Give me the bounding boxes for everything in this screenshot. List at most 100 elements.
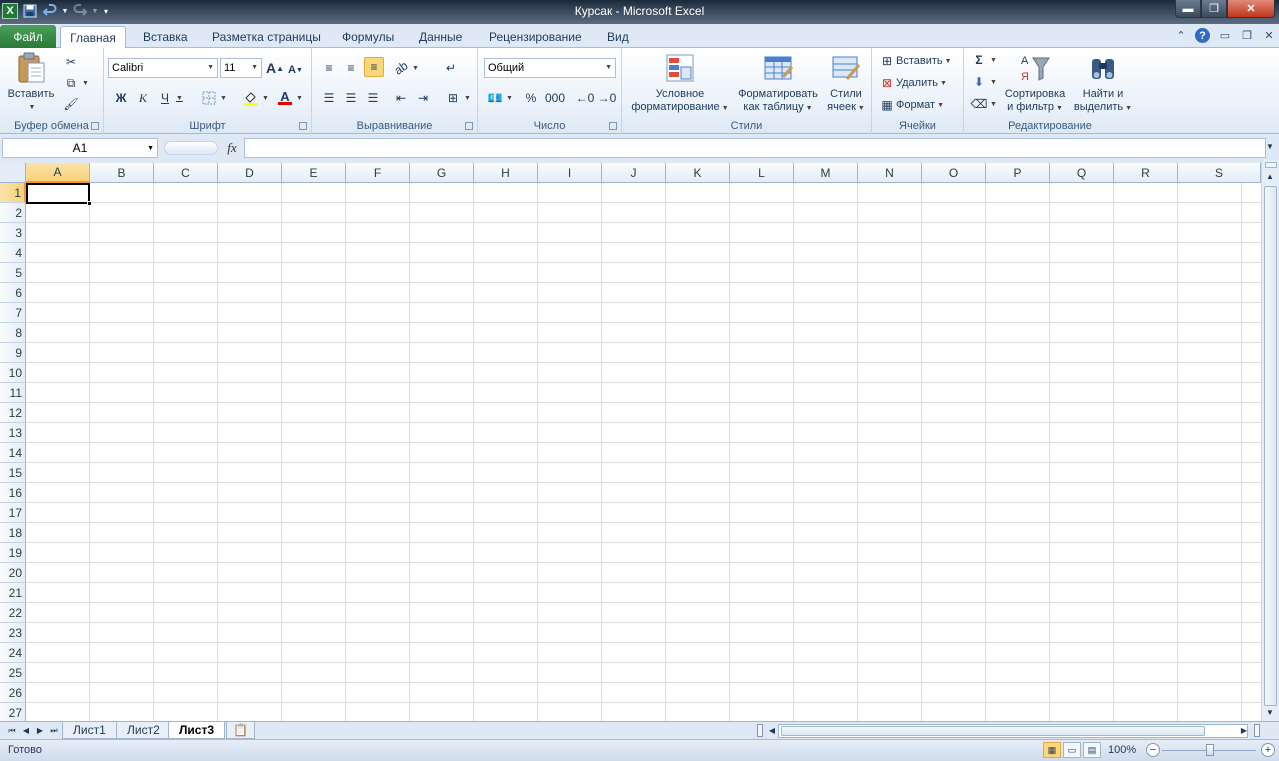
thousands-separator-button[interactable]: 000 <box>544 88 566 108</box>
first-sheet-icon[interactable]: ⏮ <box>6 724 18 737</box>
insert-function-button[interactable]: fx <box>222 139 242 157</box>
increase-indent-button[interactable]: ⇥ <box>414 88 432 108</box>
column-header-i[interactable]: I <box>538 163 602 183</box>
tab-data[interactable]: Данные <box>413 26 468 48</box>
active-cell[interactable] <box>26 183 90 204</box>
sheet-tab-3[interactable]: Лист3 <box>168 722 226 739</box>
row-header-18[interactable]: 18 <box>0 523 26 543</box>
row-header-27[interactable]: 27 <box>0 703 26 721</box>
tab-home[interactable]: Главная <box>60 26 126 49</box>
tab-split-handle[interactable] <box>757 724 763 737</box>
last-sheet-icon[interactable]: ⏭ <box>48 724 60 737</box>
scroll-down-icon[interactable]: ▼ <box>1266 708 1274 717</box>
tab-formulas[interactable]: Формулы <box>336 26 400 48</box>
column-header-j[interactable]: J <box>602 163 666 183</box>
row-header-10[interactable]: 10 <box>0 363 26 383</box>
workbook-minimize-icon[interactable]: ▭ <box>1218 28 1232 42</box>
fill-color-button[interactable]: ▼ <box>242 88 269 108</box>
number-launcher-icon[interactable] <box>609 122 617 130</box>
clear-button[interactable]: ⌫ ▼ <box>970 94 997 114</box>
row-header-6[interactable]: 6 <box>0 283 26 303</box>
scroll-right-icon[interactable]: ▶ <box>1238 724 1250 737</box>
column-header-n[interactable]: N <box>858 163 922 183</box>
split-box[interactable] <box>1265 162 1277 168</box>
column-header-h[interactable]: H <box>474 163 538 183</box>
align-middle-button[interactable]: ≡ <box>342 58 360 78</box>
column-header-o[interactable]: O <box>922 163 986 183</box>
align-bottom-button[interactable]: ≡ <box>364 57 384 77</box>
name-box[interactable]: A1 ▼ <box>2 138 158 158</box>
row-header-5[interactable]: 5 <box>0 263 26 283</box>
underline-button[interactable]: Ч ▼ <box>156 88 183 108</box>
increase-decimal-button[interactable]: ←0 <box>576 88 595 108</box>
decrease-decimal-button[interactable]: →0 <box>598 88 617 108</box>
align-left-button[interactable]: ☰ <box>320 88 338 108</box>
column-header-q[interactable]: Q <box>1050 163 1114 183</box>
column-header-g[interactable]: G <box>410 163 474 183</box>
scroll-up-icon[interactable]: ▲ <box>1266 172 1274 181</box>
row-header-2[interactable]: 2 <box>0 203 26 223</box>
row-header-1[interactable]: 1 <box>0 183 26 203</box>
insert-sheet-button[interactable]: 📋 <box>226 722 255 739</box>
decrease-indent-button[interactable]: ⇤ <box>392 88 410 108</box>
paste-button[interactable]: Вставить ▼ <box>6 52 56 114</box>
scroll-left-icon[interactable]: ◀ <box>766 724 778 737</box>
insert-cells-button[interactable]: ⊞ Вставить ▼ <box>878 51 952 71</box>
format-painter-button[interactable]: 🖌 <box>62 94 80 114</box>
zoom-in-button[interactable]: + <box>1261 743 1275 757</box>
horizontal-scrollbar[interactable] <box>778 724 1248 738</box>
next-sheet-icon[interactable]: ▶ <box>34 724 46 737</box>
worksheet-grid[interactable]: ABCDEFGHIJKLMNOPQRS 1 2 3 4 5 6 7 8 9 10 11 12 13 14 1… <box>0 163 1261 721</box>
orientation-button[interactable]: ab ▼ <box>392 58 419 78</box>
copy-button[interactable]: ⧉ ▼ <box>62 73 89 93</box>
font-launcher-icon[interactable] <box>299 122 307 130</box>
column-header-b[interactable]: B <box>90 163 154 183</box>
borders-button[interactable]: ▼ <box>200 88 227 108</box>
cell-styles-button[interactable]: Стили ячеек ▼ <box>824 52 868 115</box>
cut-button[interactable]: ✂ <box>62 52 80 72</box>
formula-bar-splitter[interactable] <box>164 141 218 155</box>
grow-font-button[interactable]: A ▲ <box>266 58 284 78</box>
sort-filter-button[interactable]: АЯ Сортировка и фильтр ▼ <box>1002 52 1068 115</box>
delete-cells-button[interactable]: ⊠ Удалить ▼ <box>878 73 947 93</box>
horizontal-split-box[interactable] <box>1254 724 1260 737</box>
zoom-out-button[interactable]: − <box>1146 743 1160 757</box>
maximize-button[interactable]: ❐ <box>1201 0 1227 18</box>
vertical-scrollbar[interactable]: ▲ ▼ <box>1261 160 1279 721</box>
font-name-combo[interactable]: Calibri ▼ <box>108 58 218 78</box>
italic-button[interactable]: К <box>134 88 152 108</box>
column-header-m[interactable]: M <box>794 163 858 183</box>
alignment-launcher-icon[interactable] <box>465 122 473 130</box>
zoom-slider-thumb[interactable] <box>1206 744 1214 756</box>
minimize-button[interactable]: ▬ <box>1175 0 1201 18</box>
align-top-button[interactable]: ≡ <box>320 58 338 78</box>
column-header-r[interactable]: R <box>1114 163 1178 183</box>
column-header-s[interactable]: S <box>1178 163 1261 183</box>
column-header-e[interactable]: E <box>282 163 346 183</box>
formula-input[interactable] <box>244 138 1266 158</box>
find-select-button[interactable]: Найти и выделить ▼ <box>1072 52 1134 115</box>
row-header-14[interactable]: 14 <box>0 443 26 463</box>
normal-view-button[interactable]: ▦ <box>1043 742 1061 758</box>
row-header-23[interactable]: 23 <box>0 623 26 643</box>
autosum-button[interactable]: Σ ▼ <box>970 50 997 70</box>
row-header-19[interactable]: 19 <box>0 543 26 563</box>
bold-button[interactable]: Ж <box>112 88 130 108</box>
clipboard-launcher-icon[interactable] <box>91 122 99 130</box>
row-header-4[interactable]: 4 <box>0 243 26 263</box>
align-right-button[interactable]: ☰ <box>364 88 382 108</box>
row-header-3[interactable]: 3 <box>0 223 26 243</box>
row-header-8[interactable]: 8 <box>0 323 26 343</box>
row-header-17[interactable]: 17 <box>0 503 26 523</box>
fill-handle[interactable] <box>87 201 92 206</box>
column-header-f[interactable]: F <box>346 163 410 183</box>
column-header-c[interactable]: C <box>154 163 218 183</box>
column-header-p[interactable]: P <box>986 163 1050 183</box>
fill-button[interactable]: ⬇ ▼ <box>970 72 997 92</box>
workbook-restore-icon[interactable]: ❐ <box>1240 28 1254 42</box>
tab-file[interactable]: Файл <box>0 25 56 48</box>
row-header-7[interactable]: 7 <box>0 303 26 323</box>
row-header-9[interactable]: 9 <box>0 343 26 363</box>
column-header-k[interactable]: K <box>666 163 730 183</box>
help-icon[interactable]: ? <box>1195 28 1210 43</box>
